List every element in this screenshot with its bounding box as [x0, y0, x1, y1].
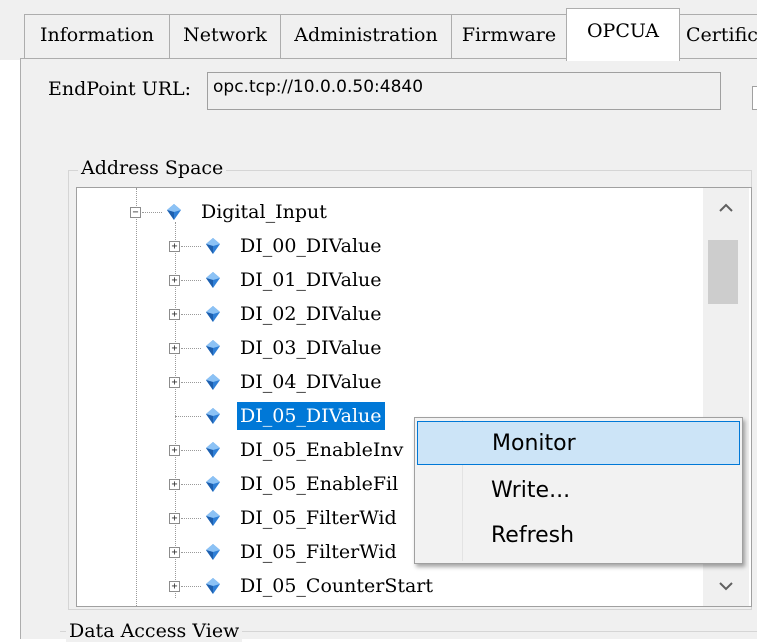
- endpoint-url-label: EndPoint URL:: [48, 78, 192, 100]
- tree-node-item[interactable]: + DI_01_DIValue: [77, 266, 677, 294]
- tree-connector: [181, 552, 201, 553]
- tab-network[interactable]: Network: [169, 14, 281, 58]
- tree-node-item[interactable]: + DI_04_DIValue: [77, 368, 677, 396]
- diamond-node-icon: [206, 272, 220, 288]
- plus-box-icon[interactable]: +: [169, 343, 180, 354]
- tree-connector: [181, 280, 201, 281]
- tree-connector: [142, 212, 162, 213]
- tree-node-label: DI_05_CounterStart: [240, 575, 434, 597]
- tree-connector: [181, 518, 201, 519]
- tab-opcua[interactable]: OPCUA: [566, 8, 680, 61]
- tree-connector: [181, 586, 201, 587]
- minus-box-icon[interactable]: −: [130, 207, 141, 218]
- side-checkbox[interactable]: [752, 86, 757, 110]
- plus-box-icon[interactable]: +: [169, 479, 180, 490]
- tree-connector: [181, 382, 201, 383]
- plus-box-icon[interactable]: +: [169, 445, 180, 456]
- tree-node-digital-input[interactable]: − Digital_Input: [77, 198, 677, 226]
- diamond-node-icon: [206, 374, 220, 390]
- diamond-node-icon: [206, 510, 220, 526]
- tree-node-label: DI_00_DIValue: [240, 235, 382, 257]
- plus-box-icon[interactable]: +: [169, 241, 180, 252]
- tree-node-label: DI_01_DIValue: [240, 269, 382, 291]
- tree-node-label: DI_03_DIValue: [240, 337, 382, 359]
- plus-box-icon[interactable]: +: [169, 513, 180, 524]
- tree-connector: [181, 484, 201, 485]
- tree-node-label: DI_05_FilterWid: [240, 507, 397, 529]
- diamond-node-icon: [206, 238, 220, 254]
- tree-node-item[interactable]: + DI_03_DIValue: [77, 334, 677, 362]
- tree-node-label: DI_05_EnableFil: [240, 473, 399, 495]
- tree-connector: [181, 450, 201, 451]
- chevron-down-icon[interactable]: [703, 566, 749, 606]
- tab-information[interactable]: Information: [24, 14, 170, 58]
- tree-node-item[interactable]: + DI_02_DIValue: [77, 300, 677, 328]
- tree-node-label: DI_05_FilterWid: [240, 541, 397, 563]
- diamond-node-icon: [206, 442, 220, 458]
- tab-certificate[interactable]: Certific: [679, 14, 757, 58]
- plus-box-icon[interactable]: +: [169, 377, 180, 388]
- menu-item-refresh[interactable]: Refresh: [417, 514, 740, 558]
- diamond-node-icon: [206, 408, 220, 424]
- tree-node-label: DI_02_DIValue: [240, 303, 382, 325]
- tree-node-label: DI_04_DIValue: [240, 371, 382, 393]
- tree-node-label: DI_05_EnableInv: [240, 439, 404, 461]
- plus-box-icon[interactable]: +: [169, 581, 180, 592]
- tab-administration[interactable]: Administration: [280, 14, 452, 58]
- diamond-node-icon: [206, 476, 220, 492]
- plus-box-icon[interactable]: +: [169, 547, 180, 558]
- diamond-node-icon: [206, 340, 220, 356]
- address-space-title: Address Space: [78, 157, 227, 179]
- tree-connector: [181, 314, 201, 315]
- diamond-node-icon: [206, 306, 220, 322]
- tree-connector: [181, 246, 201, 247]
- tree-node-item[interactable]: + DI_00_DIValue: [77, 232, 677, 260]
- tab-firmware[interactable]: Firmware: [451, 14, 567, 58]
- tree-node-label: Digital_Input: [201, 201, 327, 223]
- scrollbar-thumb[interactable]: [708, 240, 738, 304]
- menu-item-write[interactable]: Write...: [417, 469, 740, 513]
- context-menu: Monitor Write... Refresh: [414, 417, 743, 564]
- tree-node-item[interactable]: + DI_05_CounterStart: [77, 572, 677, 600]
- plus-box-icon[interactable]: +: [169, 309, 180, 320]
- tree-node-label: DI_05_DIValue: [236, 401, 386, 431]
- diamond-node-icon: [167, 204, 181, 220]
- diamond-node-icon: [206, 578, 220, 594]
- menu-item-monitor[interactable]: Monitor: [417, 421, 740, 465]
- tab-bar: Information Network Administration Firmw…: [0, 0, 757, 61]
- diamond-node-icon: [206, 544, 220, 560]
- endpoint-url-field[interactable]: opc.tcp://10.0.0.50:4840: [207, 72, 721, 110]
- tree-connector: [181, 348, 201, 349]
- chevron-up-icon[interactable]: [703, 188, 749, 228]
- plus-box-icon[interactable]: +: [169, 275, 180, 286]
- tree-connector: [175, 416, 201, 417]
